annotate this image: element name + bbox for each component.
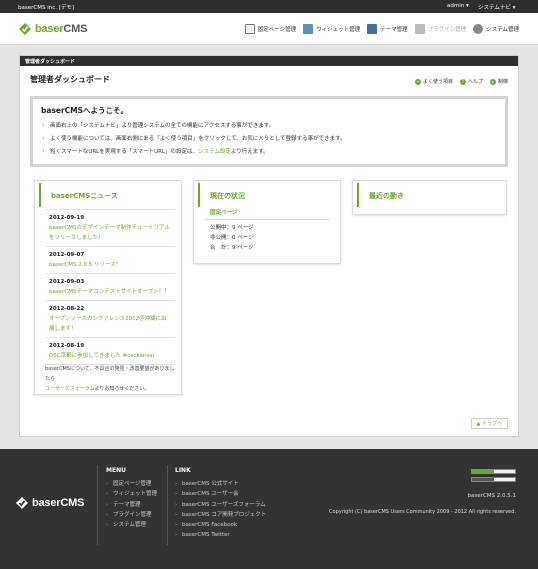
favorites-link[interactable]: + よく使う項目 [414,78,453,85]
nav-page-management[interactable]: 固定ページ管理 [244,24,296,34]
footer-menu-item[interactable]: プラグイン管理 [106,510,157,521]
widget-icon [303,24,314,34]
welcome-line: よく使う機能については、画面右側にある「よく使う項目」をクリックして、お気に入り… [41,132,497,146]
dashboard-panel: 管理者ダッシュボード 管理者ダッシュボード + よく使う項目 ? ヘルプ ▸ 制御 b… [19,55,519,437]
footer-link-title: LINK [175,467,191,474]
status-title: 現在の状況 [198,183,340,207]
top-bar: baserCMS inc. [デモ] admin ▾ システムナビ ▾ [0,0,538,13]
collapse-icon: ▸ [489,78,496,85]
footer-menu: MENU 固定ページ管理 ウィジェット管理 テーマ管理 プラグイン管理 システム… [106,467,157,531]
logo-icon [19,23,31,35]
help-icon: ? [459,78,466,85]
news-date: 2012-08-22 [49,306,85,312]
collapse-link[interactable]: ▸ 制御 [489,78,508,85]
recent-box: 最近の動き [352,180,507,215]
news-date: 2012-09-03 [49,279,85,285]
news-link[interactable]: baserCMSのデザインテーマ制作チュートリアルをリリースしました！ [49,223,171,243]
footer-badges [471,469,516,485]
theme-icon [367,24,378,34]
nav-system-management[interactable]: システム管理 [473,24,519,34]
basercms-logo[interactable]: baserCMS [18,22,87,36]
news-link[interactable]: baserCMS 2.0.5 リリース！ [49,260,171,270]
nav-plugin-management[interactable]: プラグイン管理 [414,24,466,34]
footer-link-item[interactable]: baserCMS 公式サイト [175,479,266,490]
status-row: 合 計：9 ページ [210,245,254,251]
footer-menu-item[interactable]: ウィジェット管理 [106,489,157,500]
help-link[interactable]: ? ヘルプ [459,78,483,85]
footer-link-item[interactable]: baserCMS ユーザー会 [175,489,266,500]
plus-icon: + [414,78,421,85]
main-nav: 固定ページ管理 ウィジェット管理 テーマ管理 プラグイン管理 システム管理 [244,24,519,34]
news-note: baserCMSについて、不具合の発見・改善要望がありましたら ユーザーズフォー… [45,366,175,392]
status-row: 公開中：9 ページ [210,225,254,231]
copyright-text: Copyright (C) baserCMS Users Community 2… [329,509,516,515]
footer-menu-item[interactable]: テーマ管理 [106,500,157,511]
welcome-title: baserCMSへようこそ。 [41,106,129,115]
footer-link-item[interactable]: baserCMS ユーザーズフォーラム [175,500,266,511]
news-date: 2012-09-07 [49,252,85,258]
user-menu[interactable]: admin ▾ [447,3,469,9]
list-item: 2012-08-22 オープンソースカンファレンス2012＠沖縄に出展します！ [45,301,175,338]
footer: baserCMS MENU 固定ページ管理 ウィジェット管理 テーマ管理 プラグ… [0,449,538,569]
status-box: 現在の状況 固定ページ 公開中：9 ページ 非公開：0 ページ 合 計：9 ペー… [193,180,341,264]
logo-icon [16,497,28,509]
footer-logo[interactable]: baserCMS [15,496,84,510]
footer-menu-item[interactable]: 固定ページ管理 [106,479,157,490]
welcome-line: 画面右上の「システムナビ」より管理システムの全ての機能にアクセスする事ができます… [41,119,497,133]
status-subtitle: 固定ページ [210,210,238,216]
news-title: baserCMSニュース [39,183,181,207]
system-settings-link[interactable]: システム設定 [198,149,231,155]
badge-icon[interactable] [471,477,516,482]
news-box: baserCMSニュース 2012-09-19 baserCMSのデザインテーマ… [34,180,182,395]
news-link[interactable]: baserCMSテーマコンテストサイトオープン！！ [49,287,171,297]
welcome-box: baserCMSへようこそ。 画面右上の「システムナビ」より管理システムの全ての… [30,96,508,167]
version-text: baserCMS 2.0.5.1 [467,493,516,499]
page-icon [244,24,255,34]
footer-links: LINK baserCMS 公式サイト baserCMS ユーザー会 baser… [175,467,266,541]
list-item: 2012-09-19 baserCMSのデザインテーマ制作チュートリアルをリリー… [45,210,175,247]
list-item: 2012-09-07 baserCMS 2.0.5 リリース！ [45,247,175,274]
status-row: 非公開：0 ページ [210,235,254,241]
site-name-link[interactable]: baserCMS inc. [デモ] [18,3,74,11]
logo-text: baserCMS [35,23,88,35]
panel-links: + よく使う項目 ? ヘルプ ▸ 制御 [414,78,508,85]
system-nav-menu[interactable]: システムナビ ▾ [478,3,515,11]
welcome-line: 短くスマートなURLを実現する「スマートURL」の設定は、システム設定より行えま… [41,145,497,159]
page-title: 管理者ダッシュボード [30,75,110,84]
news-list: 2012-09-19 baserCMSのデザインテーマ制作チュートリアルをリリー… [45,209,175,365]
list-item: 2012-09-03 baserCMSテーマコンテストサイトオープン！！ [45,274,175,301]
gear-icon [473,24,484,34]
footer-link-item[interactable]: baserCMS Twitter [175,530,266,541]
status-rows: 公開中：9 ページ 非公開：0 ページ 合 計：9 ページ [210,223,254,253]
header: baserCMS 固定ページ管理 ウィジェット管理 テーマ管理 プラグイン管理 … [0,13,538,45]
footer-logo-text: baserCMS [32,497,85,509]
nav-theme-management[interactable]: テーマ管理 [367,24,408,34]
news-date: 2012-08-19 [49,343,85,349]
footer-menu-title: MENU [106,467,126,474]
nav-widget-management[interactable]: ウィジェット管理 [303,24,360,34]
divider [167,465,168,545]
news-link[interactable]: OSC京都に参加してきました #osckansai [49,351,171,361]
plugin-icon [414,24,425,34]
news-date: 2012-09-19 [49,215,85,221]
footer-menu-item[interactable]: システム管理 [106,520,157,531]
panel-breadcrumb: 管理者ダッシュボード [20,56,518,66]
divider [204,219,330,220]
footer-link-item[interactable]: baserCMS Facebook [175,520,266,531]
badge-icon[interactable] [471,469,516,474]
to-top-button[interactable]: ▲ トップへ [470,418,508,429]
divider [97,465,98,545]
list-item: 2012-08-19 OSC京都に参加してきました #osckansai [45,338,175,365]
recent-title: 最近の動き [357,183,506,207]
news-link[interactable]: オープンソースカンファレンス2012＠沖縄に出展します！ [49,314,171,334]
users-forum-link[interactable]: ユーザーズフォーラム [45,386,95,392]
footer-link-item[interactable]: baserCMS コア開発プロジェクト [175,510,266,521]
